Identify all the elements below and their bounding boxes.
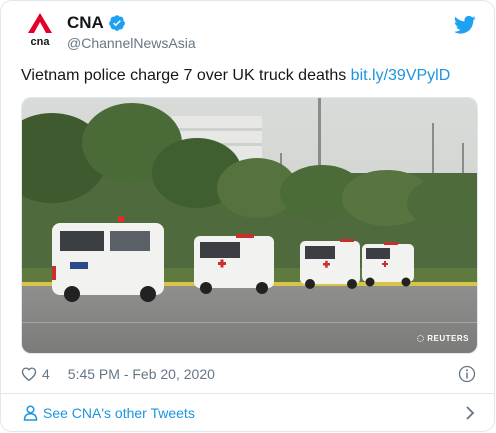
like-count[interactable]: 4 — [42, 366, 50, 382]
info-icon[interactable] — [458, 365, 476, 383]
tweet-meta: 4 5:45 PM - Feb 20, 2020 — [21, 365, 215, 383]
avatar[interactable]: cna — [21, 11, 59, 49]
see-other-tweets-link[interactable]: See CNA's other Tweets — [1, 394, 494, 431]
avatar-text: cna — [31, 36, 51, 48]
chevron-right-icon[interactable] — [464, 405, 476, 421]
watermark-text: REUTERS — [427, 334, 469, 343]
heart-icon[interactable] — [21, 366, 37, 382]
timestamp[interactable]: 5:45 PM - Feb 20, 2020 — [68, 366, 215, 382]
author-name-row[interactable]: CNA — [67, 13, 126, 33]
twitter-bird-icon[interactable] — [454, 15, 476, 35]
person-icon — [23, 405, 38, 421]
tweet-card: cna CNA @ChannelNewsAsia Vietnam police … — [0, 0, 495, 432]
verified-badge-icon — [108, 14, 126, 32]
tweet-body: Vietnam police charge 7 over UK truck de… — [21, 67, 347, 84]
tweet-text: Vietnam police charge 7 over UK truck de… — [21, 66, 450, 86]
cna-logo-icon: cna — [28, 13, 52, 48]
reuters-watermark: REUTERS — [417, 334, 469, 343]
display-name[interactable]: CNA — [67, 13, 104, 33]
ambulances-photo — [22, 98, 477, 353]
tweet-photo[interactable]: REUTERS — [21, 97, 478, 354]
see-other-tweets-label[interactable]: See CNA's other Tweets — [43, 405, 195, 421]
reuters-logo-icon — [417, 335, 425, 342]
tweet-link[interactable]: bit.ly/39VPylD — [351, 67, 451, 84]
author-handle[interactable]: @ChannelNewsAsia — [67, 35, 196, 51]
